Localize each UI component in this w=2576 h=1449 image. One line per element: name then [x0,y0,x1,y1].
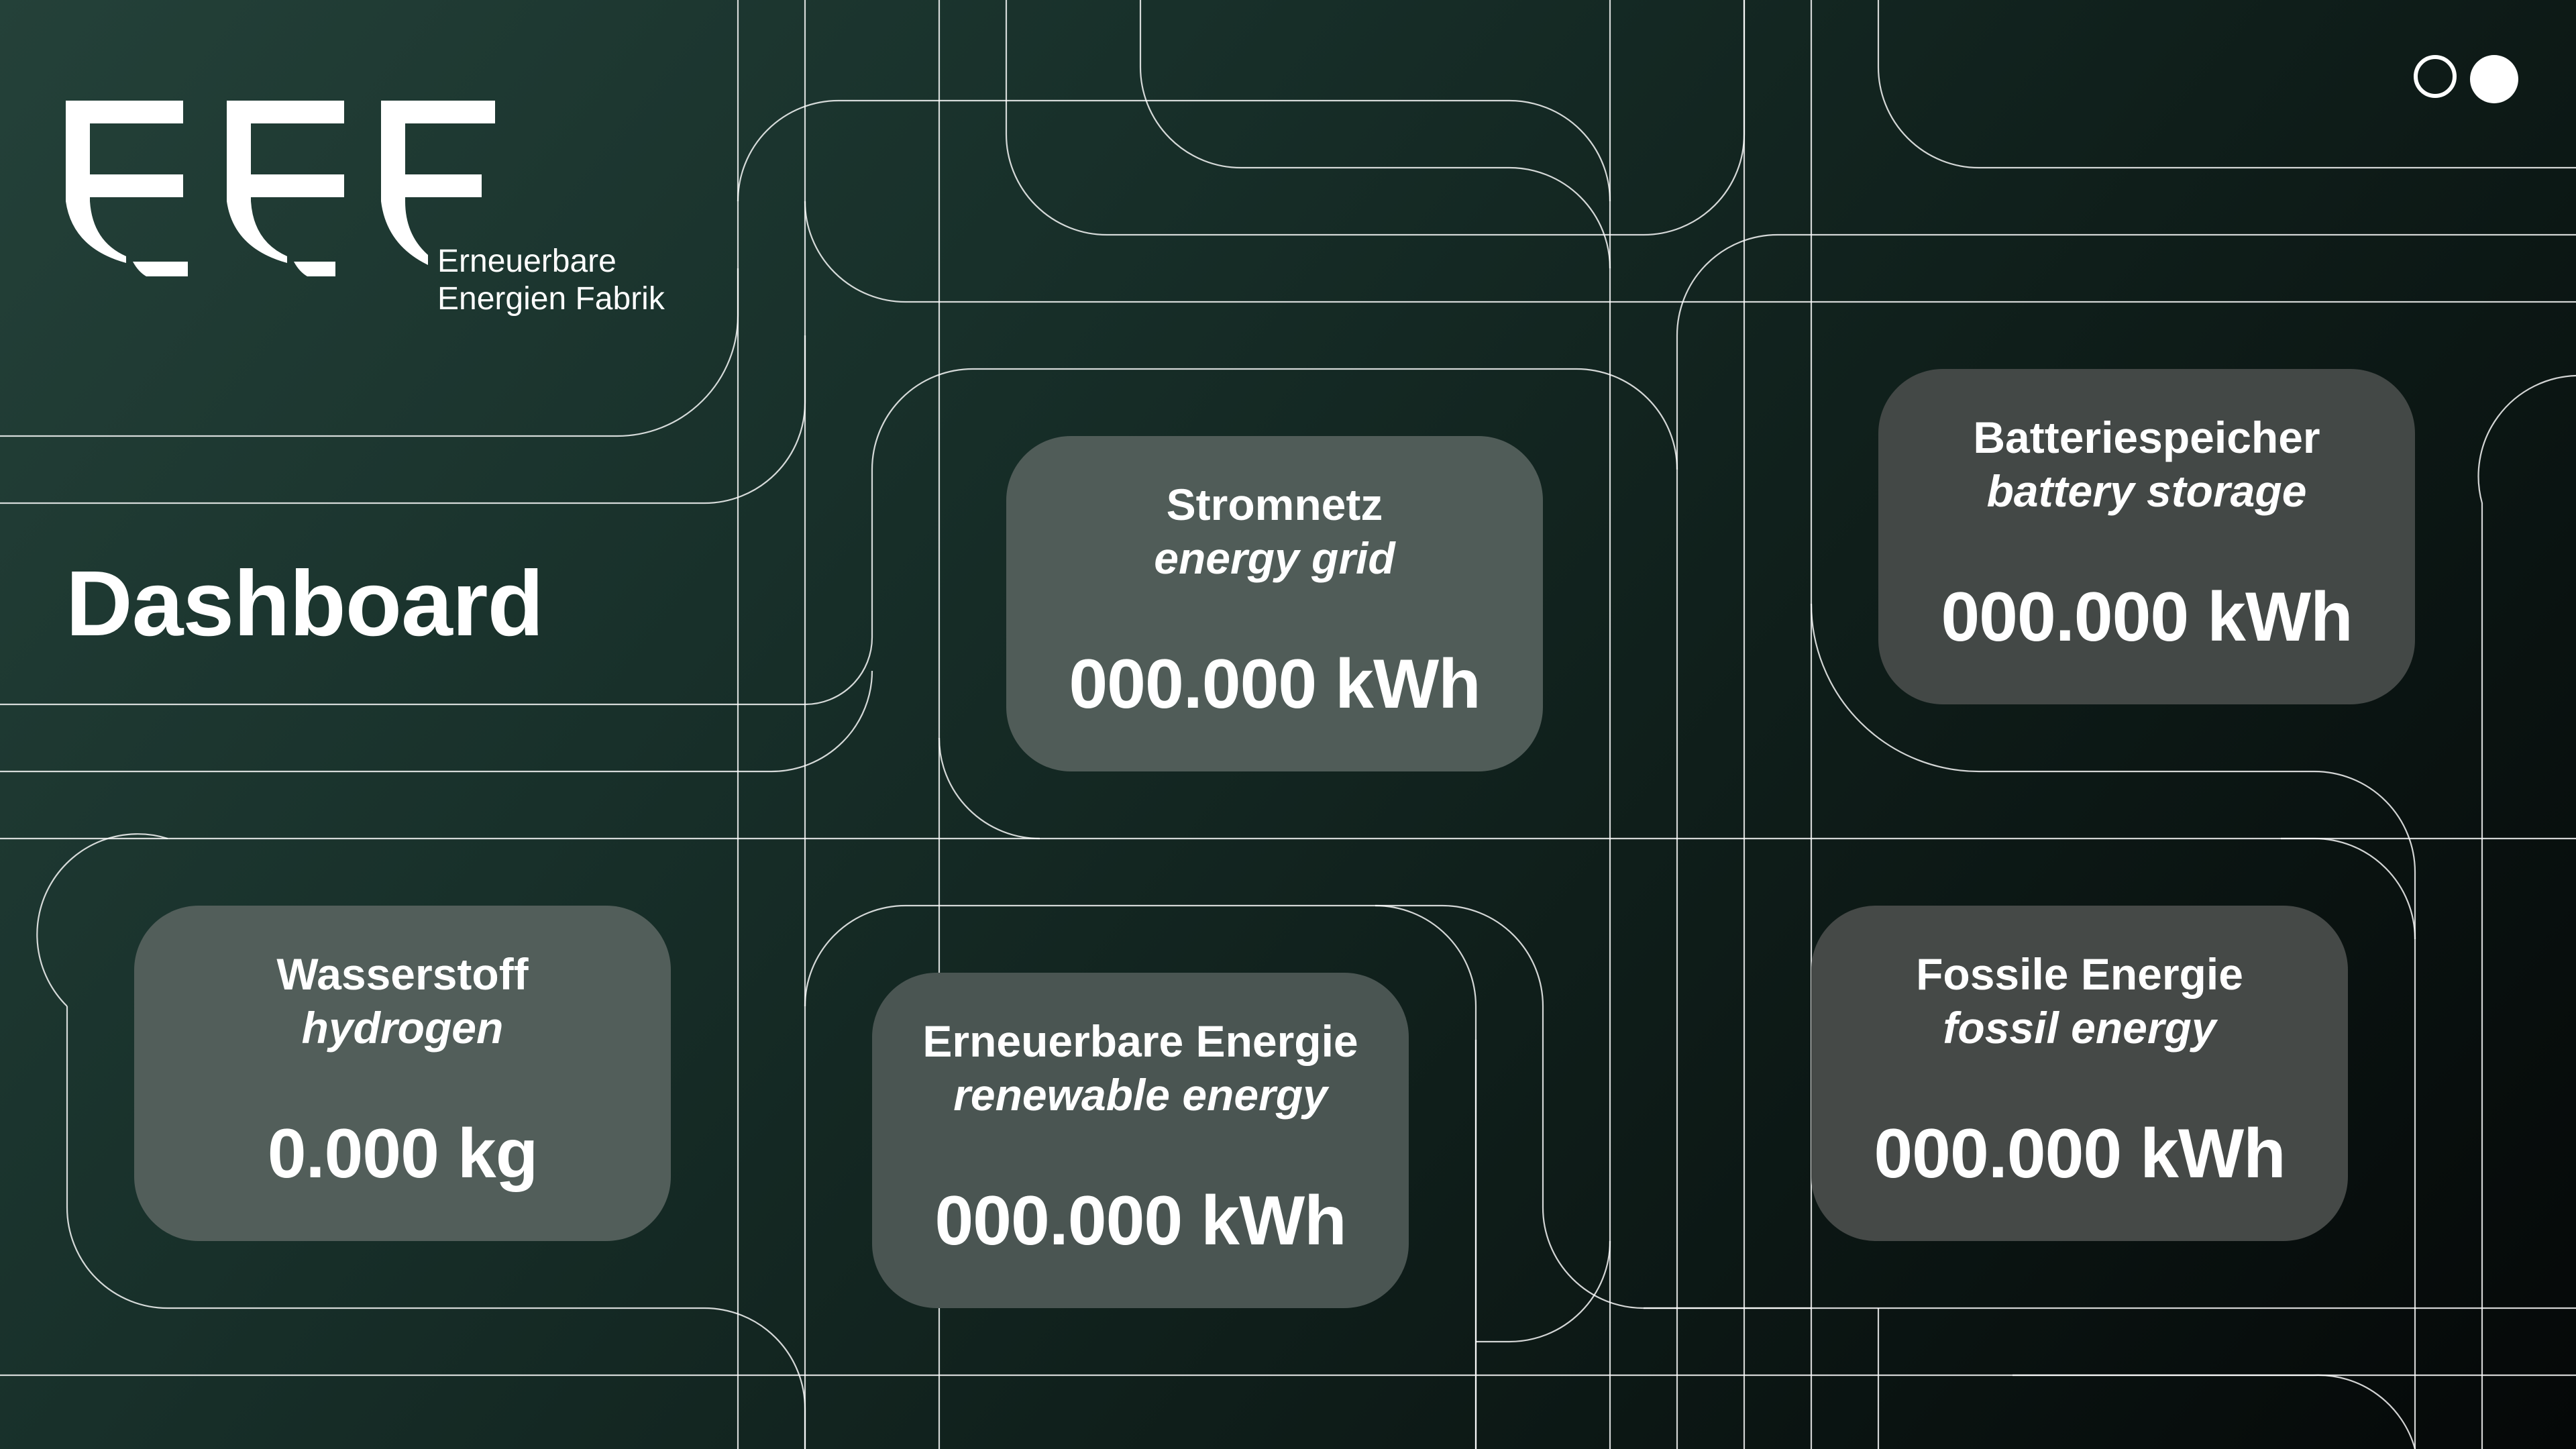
logo-subtitle-line1: Erneuerbare [437,244,616,279]
card-value: 0.000 kg [267,1115,539,1193]
card-title-en: hydrogen [301,1003,504,1053]
toggle-dot-icon [2470,55,2518,103]
card-title-en: fossil energy [1943,1003,2216,1053]
logo-subtitle-line2: Energien Fabrik [437,281,665,317]
card-title-de: Fossile Energie [1916,949,2243,999]
card-title-de: Stromnetz [1166,480,1383,529]
card-value: 000.000 kWh [1874,1115,2286,1193]
card-title-de: Batteriespeicher [1973,413,2320,462]
card-renewable-energy[interactable]: Erneuerbare Energie renewable energy 000… [872,973,1409,1308]
card-value: 000.000 kWh [1069,645,1481,723]
card-title-en: renewable energy [953,1070,1328,1120]
page-title: Dashboard [66,552,544,655]
card-value: 000.000 kWh [934,1182,1346,1260]
card-title-de: Wasserstoff [276,949,529,999]
eef-logo: Erneuerbare Energien Fabrik [66,101,665,317]
eef-logo-mark [66,101,495,276]
card-title-en: battery storage [1986,466,2307,516]
card-battery-storage[interactable]: Batteriespeicher battery storage 000.000… [1878,369,2415,704]
card-title-en: energy grid [1154,533,1395,583]
card-value: 000.000 kWh [1941,578,2353,656]
theme-toggle-icon[interactable] [2414,52,2525,106]
card-energy-grid[interactable]: Stromnetz energy grid 000.000 kWh [1006,436,1543,771]
card-hydrogen[interactable]: Wasserstoff hydrogen 0.000 kg [134,906,671,1241]
toggle-ring-icon [2414,55,2457,98]
card-title-de: Erneuerbare Energie [922,1016,1358,1066]
logo-subtitle: Erneuerbare Energien Fabrik [437,243,746,318]
card-fossil-energy[interactable]: Fossile Energie fossil energy 000.000 kW… [1811,906,2348,1241]
